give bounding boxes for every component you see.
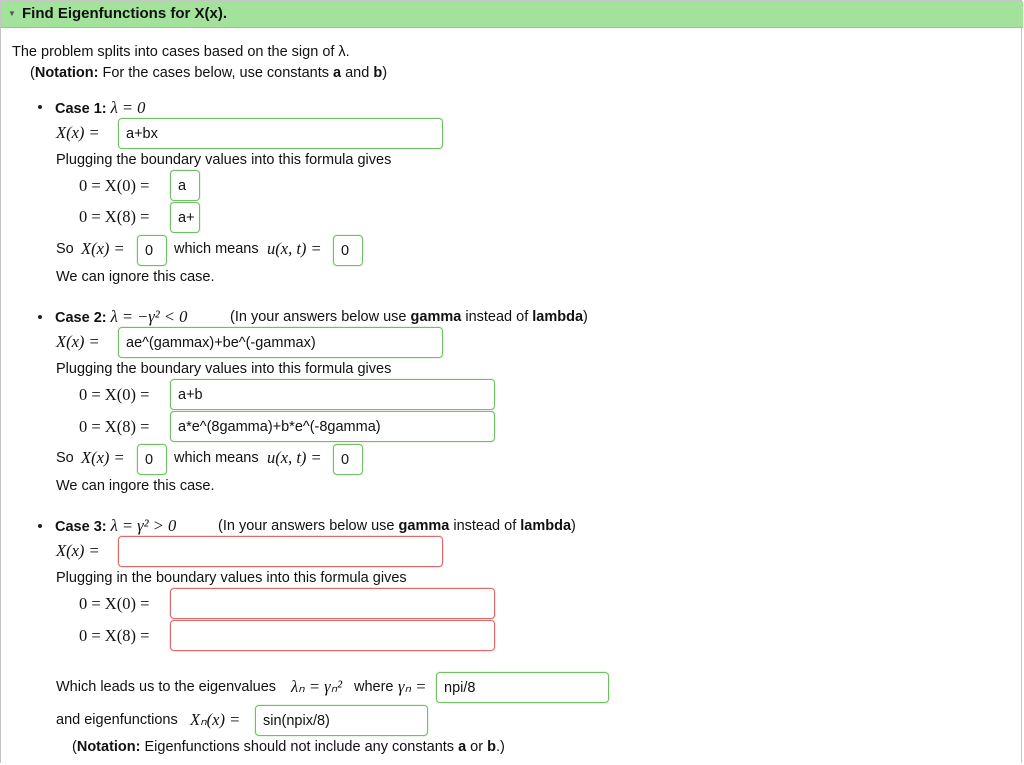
bullet-case1 xyxy=(38,105,42,109)
case3-bc0-label: 0 = X(0) = xyxy=(79,594,150,613)
case2-bc8-label: 0 = X(8) = xyxy=(79,417,150,436)
case2-so: So xyxy=(56,450,74,466)
case1-heading: Case 1: λ = 0 xyxy=(55,98,145,118)
note-text: Eigenfunctions should not include any co… xyxy=(140,739,459,755)
case1-so-x-label: X(x) = xyxy=(81,239,125,258)
notation-text: For the cases below, use constants xyxy=(98,65,334,81)
notation-close: ) xyxy=(382,65,388,81)
case3-plugging-text: Plugging in the boundary values into thi… xyxy=(56,570,407,586)
case1-x-label: X(x) = xyxy=(56,123,100,142)
case2-label: Case 2: xyxy=(55,310,107,326)
eigenvalue-text: Which leads us to the eigenvalues xyxy=(56,679,277,695)
case3-x-label: X(x) = xyxy=(56,541,100,560)
note-or: or xyxy=(466,739,488,755)
case2-hint-post: ) xyxy=(583,309,588,325)
notation-label: Notation: xyxy=(34,65,99,81)
case1-bc0-label: 0 = X(0) = xyxy=(79,176,150,195)
case2-bc0-input[interactable] xyxy=(170,379,495,410)
note-constant-b: b xyxy=(487,739,496,755)
case2-heading: Case 2: λ = −γ² < 0 xyxy=(55,307,187,327)
gamma-n-label: γₙ = xyxy=(398,677,427,696)
case1-so: So xyxy=(56,241,74,257)
case1-bc0-input[interactable] xyxy=(170,170,200,201)
eigenfunction-panel: ▼ Find Eigenfunctions for X(x). The prob… xyxy=(0,0,1023,763)
constant-b: b xyxy=(373,65,383,81)
notation-and: and xyxy=(341,65,374,81)
case3-bc8-input[interactable] xyxy=(170,620,495,651)
case3-hint: (In your answers below use gamma instead… xyxy=(218,518,576,534)
case1-condition: λ = 0 xyxy=(110,98,146,117)
eigenvalue-where: where xyxy=(354,679,394,695)
case2-hint: (In your answers below use gamma instead… xyxy=(230,309,588,325)
note-label: Notation: xyxy=(76,739,141,755)
section-title: Find Eigenfunctions for X(x). xyxy=(22,5,227,22)
eigenfunction-text: and eigenfunctions xyxy=(56,712,178,728)
case1-so-x-input[interactable] xyxy=(137,235,167,266)
case1-bc8-label: 0 = X(8) = xyxy=(79,207,150,226)
case2-hint-pre: (In your answers below use xyxy=(230,309,411,325)
bullet-case2 xyxy=(38,315,42,319)
case2-hint-lambda: lambda xyxy=(532,309,584,325)
gamma-n-input[interactable] xyxy=(436,672,609,703)
case3-x-input[interactable] xyxy=(118,536,443,567)
case2-x-label: X(x) = xyxy=(56,332,100,351)
case3-bc0-input[interactable] xyxy=(170,588,495,619)
case2-so-x-input[interactable] xyxy=(137,444,167,475)
case2-u-label: u(x, t) = xyxy=(267,448,322,467)
case1-plugging-text: Plugging the boundary values into this f… xyxy=(56,152,392,168)
case3-label: Case 3: xyxy=(55,519,107,535)
case2-x-input[interactable] xyxy=(118,327,443,358)
constant-a: a xyxy=(333,65,342,81)
case2-condition: λ = −γ² < 0 xyxy=(110,307,188,326)
case1-label: Case 1: xyxy=(55,101,107,117)
note-close: .) xyxy=(495,739,505,755)
case1-u-label: u(x, t) = xyxy=(267,239,322,258)
case3-hint-mid: instead of xyxy=(449,518,521,534)
case3-bc8-label: 0 = X(8) = xyxy=(79,626,150,645)
case2-bc8-input[interactable] xyxy=(170,411,495,442)
case2-u-input[interactable] xyxy=(333,444,363,475)
note-constant-a: a xyxy=(458,739,467,755)
case2-plugging-text: Plugging the boundary values into this f… xyxy=(56,361,392,377)
intro-notation: (Notation: For the cases below, use cons… xyxy=(30,65,388,81)
case3-heading: Case 3: λ = γ² > 0 xyxy=(55,516,176,536)
case2-hint-gamma: gamma xyxy=(410,309,462,325)
eigenfunction-notation: (Notation: Eigenfunctions should not inc… xyxy=(72,739,505,755)
case3-hint-gamma: gamma xyxy=(398,518,450,534)
eigenfunction-input[interactable] xyxy=(255,705,428,736)
bullet-case3 xyxy=(38,524,42,528)
case1-u-input[interactable] xyxy=(333,235,363,266)
eigenvalue-math: λₙ = γₙ² xyxy=(291,677,343,696)
case1-x-input[interactable] xyxy=(118,118,443,149)
case1-bc8-input[interactable] xyxy=(170,202,200,233)
case2-hint-mid: instead of xyxy=(461,309,533,325)
case2-which-means: which means xyxy=(174,450,259,466)
case3-condition: λ = γ² > 0 xyxy=(110,516,177,535)
collapse-triangle-icon[interactable]: ▼ xyxy=(8,1,16,27)
case2-so-x-label: X(x) = xyxy=(81,448,125,467)
case3-hint-lambda: lambda xyxy=(520,518,572,534)
case2-bc0-label: 0 = X(0) = xyxy=(79,385,150,404)
case1-which-means: which means xyxy=(174,241,259,257)
case3-hint-pre: (In your answers below use xyxy=(218,518,399,534)
case1-conclusion: We can ignore this case. xyxy=(56,269,215,285)
case3-hint-post: ) xyxy=(571,518,576,534)
intro-line: The problem splits into cases based on t… xyxy=(12,44,350,60)
case2-conclusion: We can ingore this case. xyxy=(56,478,215,494)
eigenfunction-math: Xₙ(x) = xyxy=(190,710,241,729)
section-header[interactable]: ▼ Find Eigenfunctions for X(x). xyxy=(1,1,1023,28)
